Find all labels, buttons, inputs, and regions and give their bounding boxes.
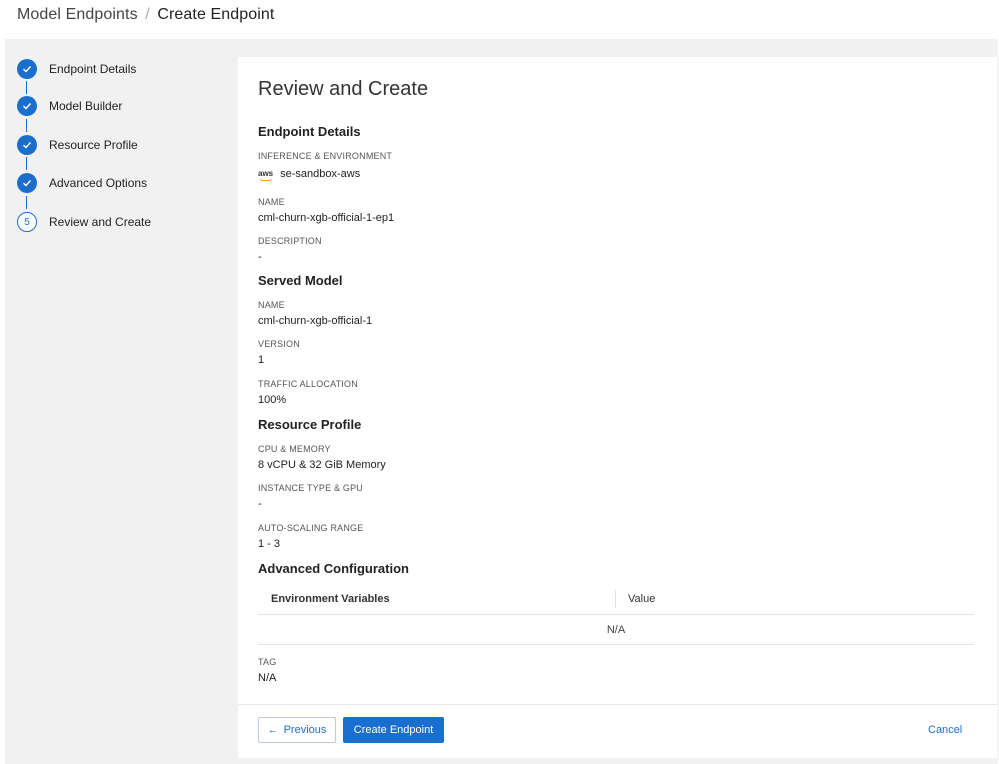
column-header-value: Value (628, 593, 656, 605)
breadcrumb: Model Endpoints / Create Endpoint (17, 6, 274, 24)
step-number-badge: 5 (17, 212, 37, 232)
previous-button[interactable]: ← Previous (258, 717, 336, 743)
wizard-container: Endpoint Details Model Builder Resource … (5, 39, 998, 764)
table-empty-row: N/A (258, 615, 974, 645)
aws-logo-icon: aws (258, 169, 274, 181)
step-model-builder[interactable]: Model Builder (17, 96, 122, 116)
empty-state-text: N/A (606, 624, 626, 636)
page-title: Review and Create (258, 78, 429, 100)
table-header: Environment Variables Value (258, 585, 974, 615)
check-icon (17, 59, 37, 79)
step-label: Resource Profile (49, 138, 138, 152)
endpoint-name-value: cml-churn-xgb-official-1-ep1 (258, 212, 395, 224)
breadcrumb-model-endpoints[interactable]: Model Endpoints (17, 6, 138, 23)
breadcrumb-current-page: Create Endpoint (157, 6, 275, 23)
section-endpoint-details-heading: Endpoint Details (258, 124, 361, 139)
step-label: Endpoint Details (49, 62, 137, 76)
inference-environment-label: INFERENCE & ENVIRONMENT (258, 151, 393, 161)
cancel-link[interactable]: Cancel (928, 724, 962, 736)
create-endpoint-button[interactable]: Create Endpoint (343, 717, 444, 743)
step-resource-profile[interactable]: Resource Profile (17, 135, 138, 155)
traffic-allocation-value: 100% (258, 394, 287, 406)
step-label: Model Builder (49, 99, 123, 113)
inference-environment-value: aws se-sandbox-aws (258, 168, 361, 181)
step-connector (26, 196, 27, 209)
environment-variables-table: Environment Variables Value N/A (258, 585, 974, 645)
description-value: - (258, 251, 262, 263)
column-header-environment-variables: Environment Variables (271, 593, 390, 605)
step-endpoint-details[interactable]: Endpoint Details (17, 59, 136, 79)
check-icon (17, 135, 37, 155)
description-label: DESCRIPTION (258, 236, 322, 246)
traffic-allocation-label: TRAFFIC ALLOCATION (258, 379, 358, 389)
version-value: 1 (258, 354, 265, 366)
section-served-model-heading: Served Model (258, 273, 343, 288)
step-connector (26, 157, 27, 170)
cpu-memory-value: 8 vCPU & 32 GiB Memory (258, 459, 386, 471)
step-connector (26, 119, 27, 132)
model-name-value: cml-churn-xgb-official-1 (258, 315, 373, 327)
previous-button-label: Previous (283, 724, 327, 736)
auto-scaling-range-value: 1 - 3 (258, 538, 281, 550)
tag-label: TAG (258, 657, 277, 667)
instance-type-gpu-label: INSTANCE TYPE & GPU (258, 483, 363, 493)
auto-scaling-range-label: AUTO-SCALING RANGE (258, 523, 364, 533)
check-icon (17, 96, 37, 116)
endpoint-name-label: NAME (258, 197, 285, 207)
section-advanced-configuration-heading: Advanced Configuration (258, 561, 409, 576)
check-icon (17, 173, 37, 193)
review-card: Review and Create Endpoint Details INFER… (238, 57, 997, 758)
section-resource-profile-heading: Resource Profile (258, 417, 362, 432)
cpu-memory-label: CPU & MEMORY (258, 444, 331, 454)
arrow-left-icon: ← (267, 724, 279, 736)
tag-value: N/A (258, 672, 277, 684)
step-advanced-options[interactable]: Advanced Options (17, 173, 147, 193)
model-name-label: NAME (258, 300, 285, 310)
column-divider (615, 590, 616, 608)
breadcrumb-separator: / (145, 6, 150, 23)
step-label: Review and Create (49, 215, 152, 229)
wizard-footer: ← Previous Create Endpoint Cancel (238, 704, 997, 758)
step-review-and-create[interactable]: 5 Review and Create (17, 212, 151, 232)
environment-name: se-sandbox-aws (280, 168, 361, 180)
step-label: Advanced Options (49, 176, 148, 190)
instance-type-gpu-value: - (258, 498, 262, 510)
step-connector (26, 81, 27, 94)
version-label: VERSION (258, 339, 300, 349)
